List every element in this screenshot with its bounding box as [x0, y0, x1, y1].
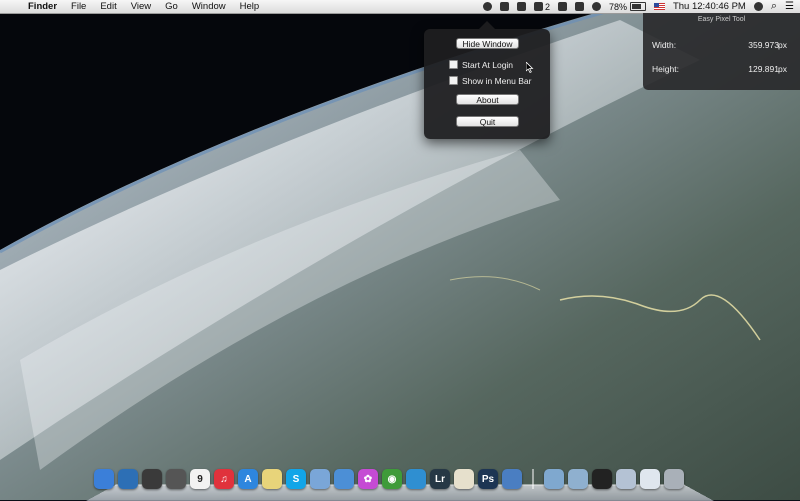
menu-clock[interactable]: Thu 12:40:46 PM — [673, 1, 746, 12]
launchpad-icon[interactable] — [166, 469, 186, 489]
show-in-menu-bar-checkbox[interactable]: Show in Menu Bar — [449, 75, 531, 86]
show-in-menu-bar-label: Show in Menu Bar — [462, 75, 532, 86]
dock-items: 9 ♫ A S ✿ ◉ Lr Ps — [94, 469, 684, 489]
mouse-cursor-icon — [526, 62, 534, 73]
wifi-icon[interactable] — [591, 2, 601, 11]
photoshop-icon[interactable]: Ps — [478, 469, 498, 489]
trash-icon[interactable] — [664, 469, 684, 489]
width-unit: px — [778, 40, 787, 50]
twitter-icon[interactable] — [406, 469, 426, 489]
menu-window[interactable]: Window — [185, 0, 233, 13]
dock-separator — [532, 469, 534, 489]
height-label: Height: — [652, 64, 679, 74]
show-in-menu-bar-box[interactable] — [449, 76, 458, 85]
pixel-tool-menu-icon[interactable] — [482, 2, 492, 11]
calendar-icon[interactable]: 9 — [190, 469, 210, 489]
documents-folder-icon[interactable] — [568, 469, 588, 489]
pixel-tool-panel: Easy Pixel Tool Width: 359.973 px Height… — [643, 13, 800, 90]
height-unit: px — [778, 64, 787, 74]
us-flag-input-icon[interactable] — [653, 3, 665, 10]
timemachine-icon[interactable] — [574, 2, 584, 11]
menu-help[interactable]: Help — [233, 0, 267, 13]
menu-app-name[interactable]: Finder — [22, 0, 64, 13]
stacks-icon[interactable] — [616, 469, 636, 489]
adobe-badge[interactable]: 2 — [533, 1, 550, 12]
dropbox-icon[interactable] — [557, 2, 567, 11]
skype-icon[interactable]: S — [286, 469, 306, 489]
notes-icon[interactable] — [262, 469, 282, 489]
width-value: 359.973 — [748, 40, 779, 50]
quit-button[interactable]: Quit — [456, 116, 519, 127]
app-store-icon[interactable]: A — [238, 469, 258, 489]
dock: 9 ♫ A S ✿ ◉ Lr Ps — [86, 467, 714, 501]
downloads-icon[interactable] — [640, 469, 660, 489]
applications-folder-icon[interactable] — [544, 469, 564, 489]
itunes-icon[interactable]: ♫ — [214, 469, 234, 489]
menu-go[interactable]: Go — [158, 0, 185, 13]
textedit-icon[interactable] — [454, 469, 474, 489]
spotlight-icon[interactable]: ⌕ — [771, 0, 777, 13]
start-at-login-box[interactable] — [449, 60, 458, 69]
menu-bar: Finder File Edit View Go Window Help 2 7… — [0, 0, 800, 14]
finder-icon[interactable] — [94, 469, 114, 489]
lightroom-icon[interactable]: Lr — [430, 469, 450, 489]
start-at-login-checkbox[interactable]: Start At Login — [449, 59, 513, 70]
display-menu-icon[interactable] — [499, 2, 509, 11]
notification-center-icon[interactable]: ☰ — [785, 1, 794, 12]
menu-edit[interactable]: Edit — [93, 0, 123, 13]
width-label: Width: — [652, 40, 677, 50]
battery-status[interactable]: 78% — [609, 2, 646, 12]
terminal-icon[interactable] — [592, 469, 612, 489]
user-icon[interactable] — [753, 2, 763, 11]
flower-app-icon[interactable]: ✿ — [358, 469, 378, 489]
start-at-login-label: Start At Login — [462, 59, 514, 70]
adobe-icon — [533, 2, 543, 11]
about-button[interactable]: About — [456, 94, 519, 105]
xcode-icon[interactable] — [502, 469, 522, 489]
height-value: 129.891 — [748, 64, 779, 74]
shield-menu-icon[interactable] — [516, 2, 526, 11]
safari-icon[interactable] — [334, 469, 354, 489]
pixel-tool-popover: Hide Window Start At Login Show in Menu … — [424, 21, 550, 139]
menu-bar-status-area: 2 78% Thu 12:40:46 PM ⌕ ☰ — [482, 0, 794, 13]
hide-window-button[interactable]: Hide Window — [456, 38, 519, 49]
battery-icon — [629, 2, 646, 11]
menu-file[interactable]: File — [64, 0, 93, 13]
dashboard-icon[interactable] — [142, 469, 162, 489]
preview-icon[interactable] — [310, 469, 330, 489]
mission-control-icon[interactable] — [118, 469, 138, 489]
adobe-badge-count: 2 — [544, 1, 550, 12]
pixel-tool-title: Easy Pixel Tool — [697, 16, 746, 23]
chrome-icon[interactable]: ◉ — [382, 469, 402, 489]
menu-view[interactable]: View — [124, 0, 158, 13]
battery-percent: 78% — [608, 1, 627, 12]
